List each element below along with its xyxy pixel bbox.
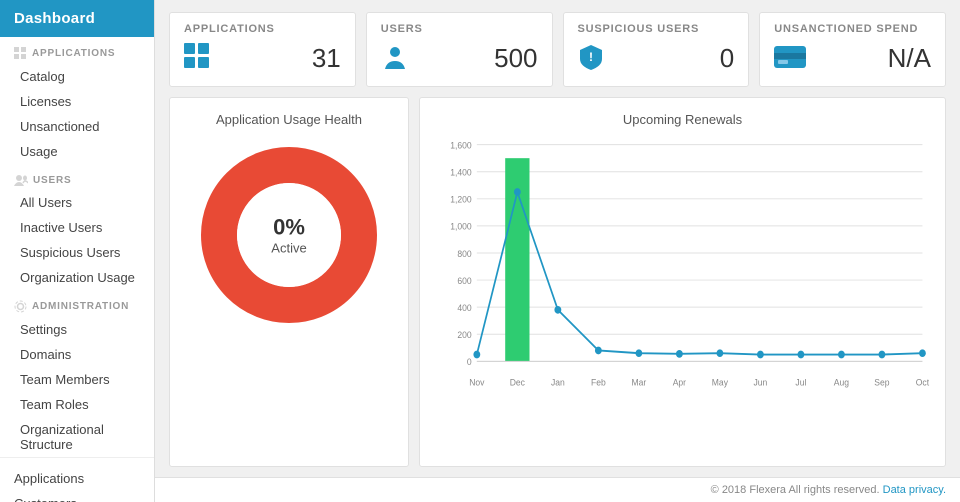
svg-text:400: 400 (457, 303, 471, 314)
stat-value-suspicious: 0 (720, 43, 734, 74)
stat-card-applications: Applications 31 (169, 12, 356, 87)
svg-text:Feb: Feb (591, 377, 606, 388)
donut-chart: 0% Active (199, 145, 379, 325)
svg-text:0: 0 (467, 357, 472, 368)
stat-card-spend: Unsanctioned Spend N/A (759, 12, 946, 87)
donut-percent: 0% (271, 215, 306, 241)
sidebar-item-licenses[interactable]: Licenses (0, 89, 154, 114)
svg-text:Apr: Apr (673, 377, 686, 388)
sidebar-item-domains[interactable]: Domains (0, 342, 154, 367)
sidebar-section-applications: Applications (0, 37, 154, 64)
chart-renewals-title: Upcoming Renewals (623, 112, 742, 127)
svg-text:Jan: Jan (551, 377, 565, 388)
svg-text:1,400: 1,400 (450, 167, 471, 178)
sidebar-item-suspicious-users[interactable]: Suspicious Users (0, 240, 154, 265)
footer: © 2018 Flexera All rights reserved. Data… (155, 477, 960, 502)
sidebar-item-catalog[interactable]: Catalog (0, 64, 154, 89)
sidebar-item-org-structure[interactable]: Organizational Structure (0, 417, 154, 457)
chart-usage-health: Application Usage Health 0% Active (169, 97, 409, 467)
svg-text:800: 800 (457, 248, 471, 259)
footer-privacy-link[interactable]: Data privacy. (883, 484, 946, 496)
renewals-svg: 0 200 400 600 800 1,000 1,200 1,400 1,600 Nov Dec J… (434, 135, 931, 395)
sidebar: Dashboard Applications Catalog Licenses … (0, 0, 155, 502)
chart-usage-title: Application Usage Health (216, 112, 362, 127)
sidebar-section-users: Users (0, 164, 154, 190)
svg-text:1,000: 1,000 (450, 221, 471, 232)
svg-text:1,200: 1,200 (450, 194, 471, 205)
footer-copyright: © 2018 Flexera All rights reserved. (711, 484, 880, 496)
apps-icon (184, 43, 212, 74)
main-content: Applications 31 Users 500 Suspicious Use… (155, 0, 960, 502)
sidebar-section-admin: Administration (0, 290, 154, 317)
sidebar-footer-applications[interactable]: Applications (0, 466, 154, 491)
card-icon (774, 46, 806, 71)
sidebar-title: Dashboard (14, 10, 95, 27)
stat-label-spend: Unsanctioned Spend (774, 23, 931, 35)
sidebar-item-settings[interactable]: Settings (0, 317, 154, 342)
sidebar-header: Dashboard (0, 0, 154, 37)
sidebar-item-usage[interactable]: Usage (0, 139, 154, 164)
svg-text:!: ! (589, 50, 593, 64)
donut-label: Active (271, 241, 306, 256)
svg-text:Mar: Mar (631, 377, 646, 388)
applications-icon (14, 47, 27, 60)
sidebar-footer: Applications Customers (0, 457, 154, 502)
stat-label-applications: Applications (184, 23, 341, 35)
svg-text:600: 600 (457, 275, 471, 286)
donut-center: 0% Active (271, 215, 306, 256)
stat-value-spend: N/A (888, 43, 931, 74)
renewals-chart-wrap: 0 200 400 600 800 1,000 1,200 1,400 1,600 Nov Dec J… (434, 135, 931, 452)
sidebar-footer-customers[interactable]: Customers (0, 491, 154, 502)
svg-text:Jul: Jul (795, 377, 806, 388)
users-icon (14, 174, 28, 186)
svg-text:Nov: Nov (469, 377, 485, 388)
svg-text:Jun: Jun (753, 377, 767, 388)
stat-card-suspicious: Suspicious Users ! 0 (563, 12, 750, 87)
svg-text:Oct: Oct (916, 377, 930, 388)
svg-text:200: 200 (457, 330, 471, 341)
stat-card-users: Users 500 (366, 12, 553, 87)
stat-label-users: Users (381, 23, 538, 35)
sidebar-item-all-users[interactable]: All Users (0, 190, 154, 215)
sidebar-item-inactive-users[interactable]: Inactive Users (0, 215, 154, 240)
sidebar-item-team-members[interactable]: Team Members (0, 367, 154, 392)
stats-row: Applications 31 Users 500 Suspicious Use… (155, 0, 960, 97)
sidebar-item-org-usage[interactable]: Organization Usage (0, 265, 154, 290)
sidebar-item-unsanctioned[interactable]: Unsanctioned (0, 114, 154, 139)
svg-text:1,600: 1,600 (450, 140, 471, 151)
sidebar-item-team-roles[interactable]: Team Roles (0, 392, 154, 417)
admin-icon (14, 300, 27, 313)
stat-value-applications: 31 (312, 43, 341, 74)
shield-icon: ! (578, 43, 604, 74)
svg-text:May: May (712, 377, 729, 388)
svg-text:Aug: Aug (834, 377, 849, 388)
charts-area: Application Usage Health 0% Active Upcom… (155, 97, 960, 477)
chart-renewals: Upcoming Renewals 0 200 400 600 800 1,000 1,20… (419, 97, 946, 467)
stat-value-users: 500 (494, 43, 537, 74)
users-stat-icon (381, 43, 409, 74)
svg-text:Dec: Dec (510, 377, 526, 388)
stat-label-suspicious: Suspicious Users (578, 23, 735, 35)
svg-text:Sep: Sep (874, 377, 889, 388)
